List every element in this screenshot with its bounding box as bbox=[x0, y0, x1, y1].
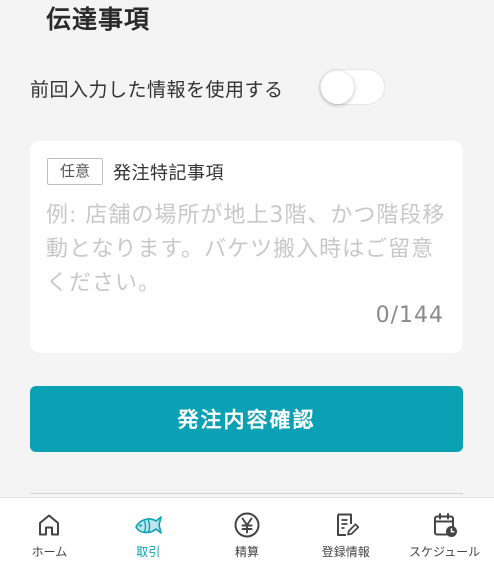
nav-item-registration[interactable]: 登録情報 bbox=[296, 498, 395, 569]
nav-label-transactions: 取引 bbox=[136, 545, 161, 559]
order-note-label: 発注特記事項 bbox=[113, 162, 225, 184]
optional-badge: 任意 bbox=[47, 158, 104, 185]
toggle-knob bbox=[321, 71, 354, 104]
character-counter: 0/144 bbox=[375, 303, 444, 328]
nav-item-home[interactable]: ホーム bbox=[0, 498, 99, 569]
use-previous-info-label: 前回入力した情報を使用する bbox=[30, 78, 284, 101]
divider bbox=[30, 493, 463, 494]
order-page: 伝達事項 前回入力した情報を使用する 任意 発注特記事項 0/144 発注内容確… bbox=[0, 0, 494, 569]
edit-document-icon bbox=[336, 513, 359, 536]
yen-icon bbox=[234, 512, 260, 538]
home-icon bbox=[39, 514, 60, 536]
nav-label-home: ホーム bbox=[31, 545, 68, 559]
confirm-order-button[interactable]: 発注内容確認 bbox=[30, 386, 463, 452]
nav-item-transactions[interactable]: 取引 bbox=[99, 498, 198, 569]
nav-label-settlement: 精算 bbox=[234, 545, 259, 559]
order-note-textarea[interactable] bbox=[46, 199, 451, 303]
nav-item-settlement[interactable]: 精算 bbox=[198, 498, 297, 569]
nav-item-schedule[interactable]: スケジュール bbox=[395, 498, 494, 569]
fish-icon bbox=[135, 516, 162, 534]
nav-label-registration: 登録情報 bbox=[321, 545, 370, 559]
nav-label-schedule: スケジュール bbox=[409, 545, 481, 559]
use-previous-info-row: 前回入力した情報を使用する bbox=[30, 68, 390, 108]
calendar-clock-icon bbox=[433, 513, 457, 537]
order-note-card: 任意 発注特記事項 0/144 bbox=[30, 141, 463, 353]
bottom-navigation: ホーム 取引 精算 登録情報 スケジュール bbox=[0, 497, 494, 569]
use-previous-info-toggle[interactable] bbox=[319, 69, 385, 105]
order-note-header: 任意 発注特記事項 bbox=[47, 158, 224, 185]
section-title: 伝達事項 bbox=[46, 5, 151, 34]
